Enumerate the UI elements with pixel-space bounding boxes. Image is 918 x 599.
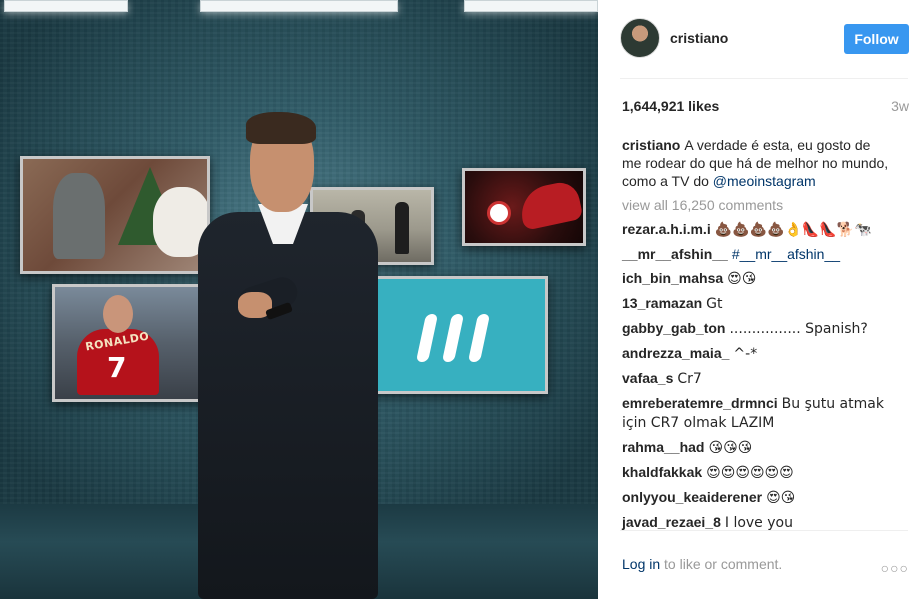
- comment-row: onlyyou_keaiderener 😍😘: [622, 488, 892, 507]
- comment-username[interactable]: vafaa_s: [622, 370, 673, 386]
- avatar[interactable]: [620, 18, 660, 58]
- comment-text: I love you: [724, 515, 793, 531]
- comment-row: __mr__afshin__ #__mr__afshin__: [622, 245, 892, 263]
- comments-list: cristiano A verdade é esta, eu gosto de m…: [622, 136, 892, 538]
- meo-logo-icon: [415, 314, 439, 362]
- comment-text: 😍😘: [727, 271, 757, 287]
- post-sidebar: cristiano Follow 1,644,921 likes 3w cris…: [598, 0, 918, 599]
- comment-username[interactable]: rahma__had: [622, 439, 704, 455]
- comment-row: khaldfakkak 😍😍😍😍😍😍: [622, 463, 892, 482]
- comment-text: 💩💩💩💩👌👠👠🐕🐄: [714, 222, 872, 238]
- jersey-number: 7: [107, 351, 127, 384]
- comment-text: 😍😍😍😍😍😍: [706, 465, 794, 481]
- comment-text: 😘😘😘: [708, 440, 753, 456]
- comment-text: ................ Spanish?: [729, 321, 868, 337]
- caption-username[interactable]: cristiano: [622, 137, 680, 153]
- comment-row: 13_ramazan Gt: [622, 294, 892, 313]
- comment-row: ich_bin_mahsa 😍😘: [622, 269, 892, 288]
- login-link[interactable]: Log in: [622, 556, 660, 572]
- comment-row: gabby_gab_ton................ Spanish?: [622, 319, 892, 338]
- login-text: to like or comment.: [664, 556, 783, 572]
- divider: [620, 78, 908, 79]
- ellipsis-icon[interactable]: ○○○: [881, 560, 909, 576]
- comment-row: rahma__had 😘😘😘: [622, 438, 892, 457]
- comment-username[interactable]: rezar.a.h.i.m.i: [622, 221, 711, 237]
- comment-username[interactable]: 13_ramazan: [622, 295, 702, 311]
- comment-row: rezar.a.h.i.m.i 💩💩💩💩👌👠👠🐕🐄: [622, 220, 892, 239]
- likes-count[interactable]: 1,644,921 likes: [622, 98, 719, 114]
- comment-username[interactable]: khaldfakkak: [622, 464, 702, 480]
- ceiling-light: [4, 0, 128, 12]
- view-all-comments-link[interactable]: view all 16,250 comments: [622, 196, 892, 214]
- timestamp[interactable]: 3w: [891, 98, 909, 114]
- comment-text: 😍😘: [766, 490, 796, 506]
- ceiling-light: [200, 0, 398, 12]
- comment-row: emreberatemre_drmnci Bu şutu atmak için C…: [622, 394, 892, 432]
- comment-text: ^-*: [733, 346, 758, 362]
- comment-username[interactable]: emreberatemre_drmnci: [622, 395, 778, 411]
- comment-mention[interactable]: #__mr__afshin__: [732, 246, 840, 262]
- username[interactable]: cristiano: [670, 30, 728, 46]
- ceiling-light: [464, 0, 598, 12]
- comment-row: andrezza_maia_ ^-*: [622, 344, 892, 363]
- comment-text: Cr7: [677, 371, 702, 387]
- post-header: cristiano Follow: [598, 0, 918, 78]
- follow-button[interactable]: Follow: [844, 24, 909, 54]
- comment-username[interactable]: andrezza_maia_: [622, 345, 729, 361]
- caption-mention[interactable]: @meoinstagram: [713, 173, 816, 189]
- comment-username[interactable]: __mr__afshin__: [622, 246, 728, 262]
- divider: [620, 530, 908, 531]
- comment-username[interactable]: gabby_gab_ton: [622, 320, 725, 336]
- caption: cristiano A verdade é esta, eu gosto de m…: [622, 136, 892, 190]
- login-prompt: Log in to like or comment.: [622, 556, 782, 572]
- man-with-remote: [198, 112, 388, 599]
- comment-row: vafaa_s Cr7: [622, 369, 892, 388]
- post-photo[interactable]: RONALDO 7: [0, 0, 598, 599]
- comment-username[interactable]: javad_rezaei_8: [622, 514, 721, 530]
- tv-screen-stadium: [462, 168, 586, 246]
- comment-text: Gt: [706, 296, 723, 312]
- comment-username[interactable]: onlyyou_keaiderener: [622, 489, 762, 505]
- comment-username[interactable]: ich_bin_mahsa: [622, 270, 723, 286]
- tv-screen-christmas: [20, 156, 210, 274]
